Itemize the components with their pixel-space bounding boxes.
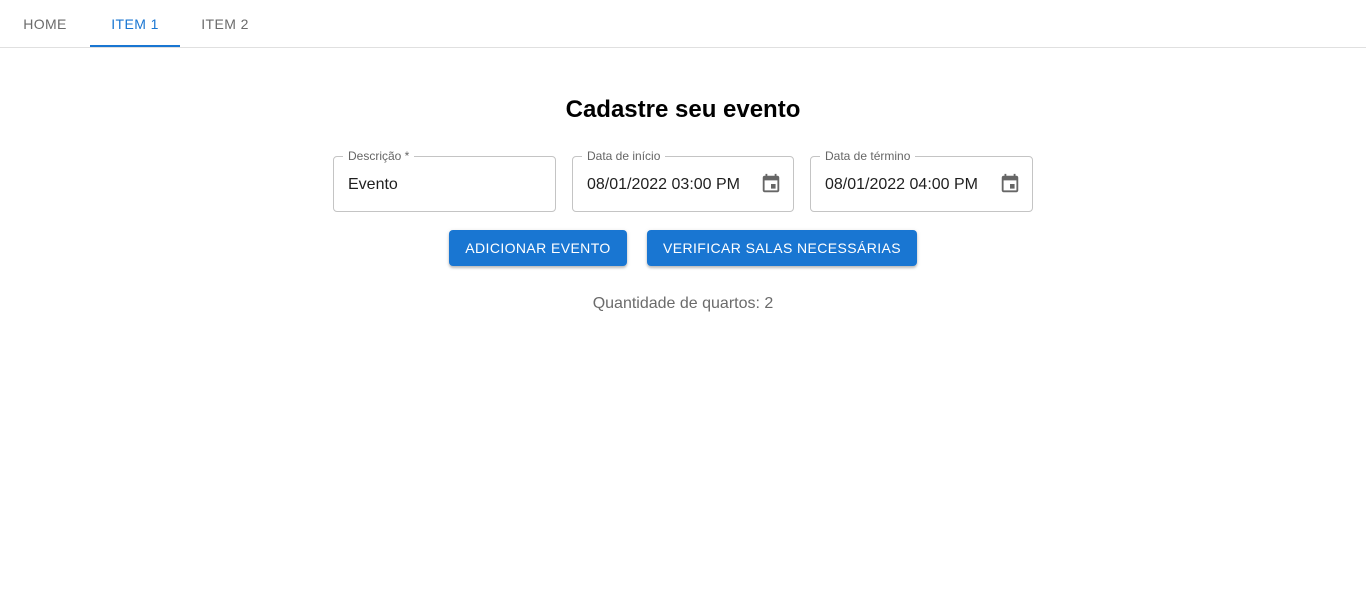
descricao-value[interactable]: Evento [348,175,398,194]
verify-rooms-button[interactable]: VERIFICAR SALAS NECESSÁRIAS [647,230,917,266]
calendar-icon[interactable] [760,173,782,195]
descricao-label: Descrição * [343,149,415,163]
active-tab-indicator [90,45,180,47]
data-inicio-label: Data de início [582,149,666,163]
tab-item-2[interactable]: ITEM 2 [180,0,270,47]
data-termino-label: Data de término [820,149,916,163]
page-title: Cadastre seu evento [565,96,801,123]
rooms-count-text: Quantidade de quartos: 2 [592,295,774,312]
data-termino-field[interactable]: Data de término 08/01/2022 04:00 PM [810,149,1033,212]
add-event-button[interactable]: ADICIONAR EVENTO [449,230,627,266]
data-inicio-field[interactable]: Data de início 08/01/2022 03:00 PM [572,149,794,212]
data-inicio-value[interactable]: 08/01/2022 03:00 PM [587,175,740,194]
tab-item-1[interactable]: ITEM 1 [90,0,180,47]
data-termino-value[interactable]: 08/01/2022 04:00 PM [825,175,978,194]
tab-bar: HOME ITEM 1 ITEM 2 [0,0,1366,48]
descricao-field[interactable]: Descrição * Evento [333,149,556,212]
calendar-icon[interactable] [999,173,1021,195]
tab-home[interactable]: HOME [0,0,90,47]
